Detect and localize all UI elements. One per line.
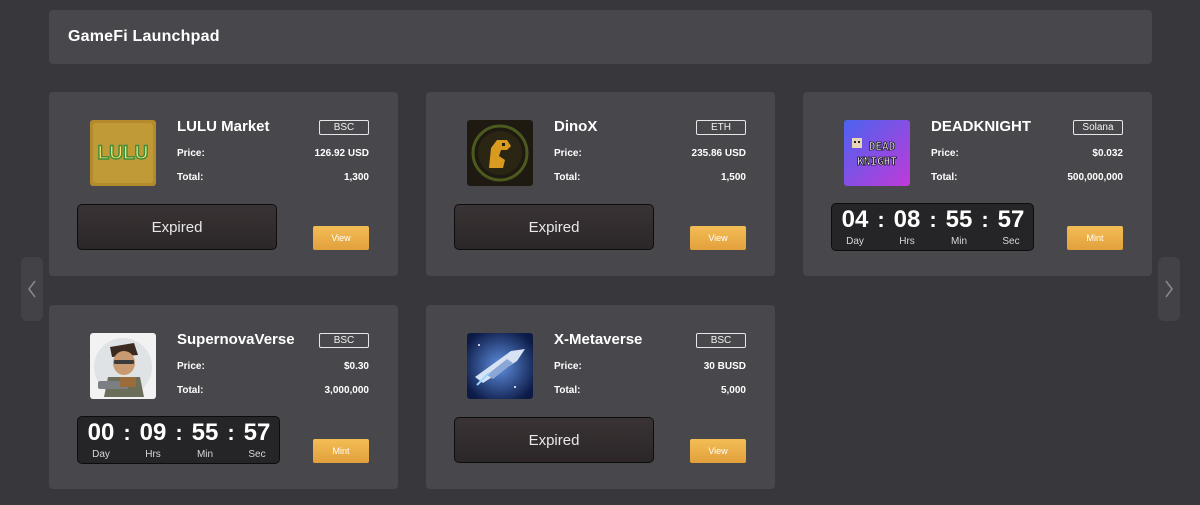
project-name: LULU Market [177, 118, 270, 135]
countdown-hours: 08 [893, 206, 921, 233]
countdown-timer: 04 : 08 : 55 : 57 Day Hrs Min Sec [831, 203, 1034, 251]
project-name: SupernovaVerse [177, 331, 295, 348]
total-value: 5,000 [720, 384, 746, 396]
price-row: Price: $0.032 [931, 146, 1123, 160]
total-label: Total: [554, 171, 581, 183]
countdown-hrs-label: Hrs [145, 449, 161, 460]
price-row: Price: $0.30 [177, 359, 369, 373]
chain-badge: BSC [319, 333, 369, 348]
countdown-day-label: Day [92, 449, 110, 460]
total-row: Total: 500,000,000 [931, 170, 1123, 184]
total-row: Total: 1,300 [177, 170, 369, 184]
total-label: Total: [177, 384, 204, 396]
total-row: Total: 1,500 [554, 170, 746, 184]
price-label: Price: [554, 147, 582, 159]
mint-button[interactable]: Mint [1067, 226, 1123, 250]
lulu-market-logo: LULU [90, 120, 156, 186]
lulu-logo-text: LULU [98, 143, 149, 164]
total-label: Total: [554, 384, 581, 396]
countdown-days: 04 [841, 206, 869, 233]
countdown-min-label: Min [196, 449, 214, 460]
countdown-hrs-label: Hrs [899, 236, 915, 247]
countdown-separator: : [123, 420, 131, 445]
deadknight-logo-text-1: DEAD [869, 140, 896, 153]
project-name: DEADKNIGHT [931, 118, 1031, 135]
countdown-timer: 00 : 09 : 55 : 57 Day Hrs Min Sec [77, 416, 280, 464]
countdown-hours: 09 [139, 419, 167, 446]
deadknight-logo-text-2: KNIGHT [857, 155, 897, 168]
countdown-seconds: 57 [243, 419, 271, 446]
project-name: DinoX [554, 118, 598, 135]
total-row: Total: 3,000,000 [177, 383, 369, 397]
countdown-sec-label: Sec [1002, 236, 1020, 247]
countdown-separator: : [981, 207, 989, 232]
view-button[interactable]: View [313, 226, 369, 250]
total-value: 1,300 [343, 171, 369, 183]
total-value: 3,000,000 [324, 384, 370, 396]
price-value: 30 BUSD [703, 360, 746, 372]
countdown-separator: : [175, 420, 183, 445]
page-header: GameFi Launchpad [49, 10, 1152, 64]
price-label: Price: [554, 360, 582, 372]
price-row: Price: 126.92 USD [177, 146, 369, 160]
project-card-deadknight: DEAD KNIGHT DEADKNIGHT Solana Price: $0.… [803, 92, 1152, 276]
countdown-days: 00 [87, 419, 115, 446]
countdown-separator: : [929, 207, 937, 232]
countdown-day-label: Day [846, 236, 864, 247]
expired-status: Expired [454, 417, 654, 463]
chain-badge: BSC [319, 120, 369, 135]
project-card-lulu-market: LULU LULU Market BSC Price: 126.92 USD T… [49, 92, 398, 276]
carousel-prev-button[interactable] [21, 257, 43, 321]
deadknight-logo: DEAD KNIGHT [844, 120, 910, 186]
carousel-next-button[interactable] [1158, 257, 1180, 321]
project-card-dinox: DinoX ETH Price: 235.86 USD Total: 1,500… [426, 92, 775, 276]
view-button[interactable]: View [690, 226, 746, 250]
countdown-seconds: 57 [997, 206, 1025, 233]
total-value: 500,000,000 [1067, 171, 1123, 183]
total-value: 1,500 [720, 171, 746, 183]
chain-badge: ETH [696, 120, 746, 135]
price-row: Price: 30 BUSD [554, 359, 746, 373]
mint-button[interactable]: Mint [313, 439, 369, 463]
price-value: $0.032 [1092, 147, 1123, 159]
price-value: 126.92 USD [314, 147, 369, 159]
project-card-x-metaverse: X-Metaverse BSC Price: 30 BUSD Total: 5,… [426, 305, 775, 489]
dinox-logo [467, 120, 533, 186]
total-label: Total: [931, 171, 958, 183]
project-card-supernovaverse: SupernovaVerse BSC Price: $0.30 Total: 3… [49, 305, 398, 489]
countdown-minutes: 55 [945, 206, 973, 233]
price-value: 235.86 USD [691, 147, 746, 159]
price-label: Price: [177, 360, 205, 372]
supernovaverse-logo [90, 333, 156, 399]
countdown-min-label: Min [950, 236, 968, 247]
price-row: Price: 235.86 USD [554, 146, 746, 160]
page-title: GameFi Launchpad [68, 28, 220, 45]
expired-status: Expired [454, 204, 654, 250]
total-row: Total: 5,000 [554, 383, 746, 397]
expired-status: Expired [77, 204, 277, 250]
countdown-separator: : [877, 207, 885, 232]
view-button[interactable]: View [690, 439, 746, 463]
price-label: Price: [177, 147, 205, 159]
price-value: $0.30 [343, 360, 369, 372]
chain-badge: BSC [696, 333, 746, 348]
x-metaverse-logo [467, 333, 533, 399]
project-name: X-Metaverse [554, 331, 643, 348]
total-label: Total: [177, 171, 204, 183]
countdown-sec-label: Sec [248, 449, 266, 460]
countdown-separator: : [227, 420, 235, 445]
chevron-left-icon [28, 280, 36, 298]
chevron-right-icon [1165, 280, 1173, 298]
price-label: Price: [931, 147, 959, 159]
chain-badge: Solana [1073, 120, 1123, 135]
countdown-minutes: 55 [191, 419, 219, 446]
